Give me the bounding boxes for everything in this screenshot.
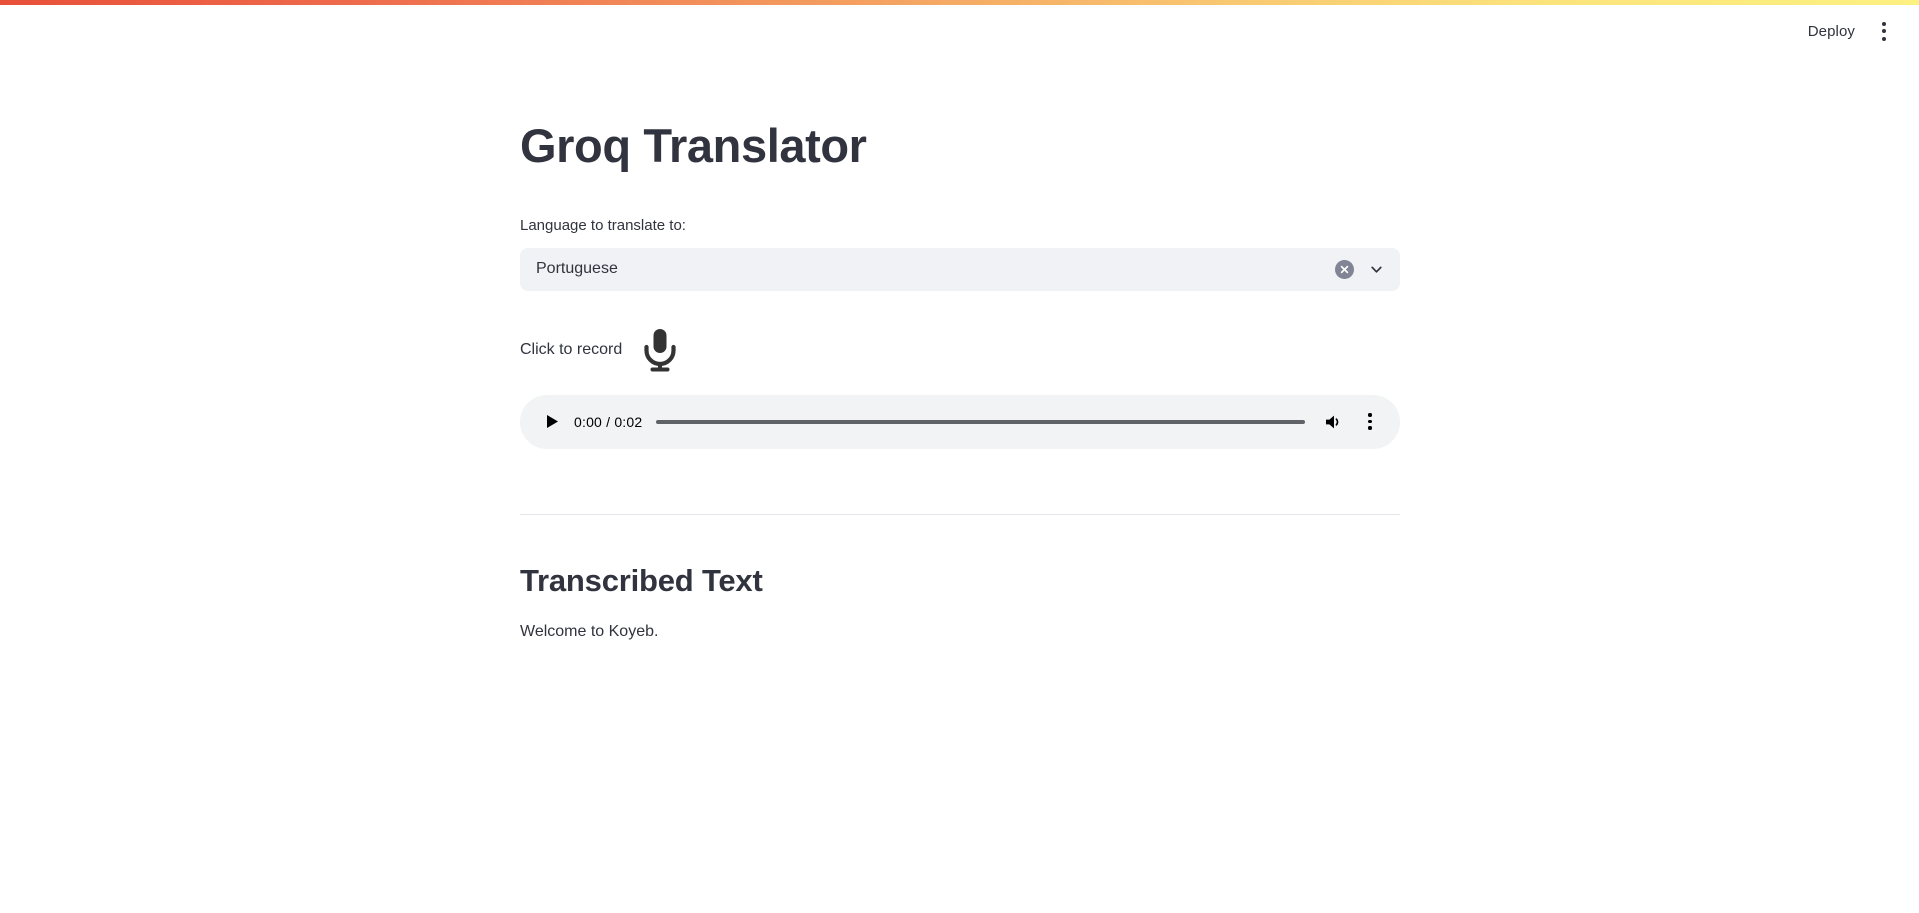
record-label: Click to record — [520, 340, 623, 358]
clear-circle-icon[interactable] — [1335, 259, 1354, 279]
kebab-dot — [1882, 36, 1886, 41]
audio-player[interactable]: 0:00 / 0:02 — [520, 394, 1400, 449]
audio-menu-icon[interactable] — [1357, 408, 1383, 436]
volume-icon[interactable] — [1319, 408, 1347, 436]
kebab-dot — [1368, 413, 1372, 417]
content-column: Groq Translator Language to translate to… — [520, 57, 1400, 644]
transcription-text: Welcome to Koyeb. — [520, 622, 659, 640]
microphone-icon[interactable] — [634, 322, 686, 378]
main-content: Groq Translator Language to translate to… — [0, 57, 1919, 913]
play-icon[interactable] — [538, 408, 566, 436]
kebab-dot — [1368, 419, 1372, 424]
language-select-value: Portuguese — [536, 260, 618, 278]
audio-scrubber[interactable] — [656, 419, 1305, 424]
language-selector-label: Language to translate to: — [520, 217, 686, 235]
deploy-button[interactable]: Deploy — [1800, 20, 1863, 43]
record-row: Click to record — [520, 319, 1400, 381]
section-divider — [520, 513, 1400, 515]
language-select[interactable]: Portuguese — [520, 247, 1400, 291]
kebab-dot — [1882, 21, 1886, 26]
app-header: Deploy — [0, 5, 1919, 57]
kebab-dot — [1882, 29, 1886, 33]
audio-time-display: 0:00 / 0:02 — [574, 413, 643, 430]
kebab-dot — [1368, 426, 1372, 430]
page-title: Groq Translator — [520, 119, 867, 172]
kebab-menu-icon[interactable] — [1867, 14, 1901, 48]
transcription-heading: Transcribed Text — [520, 562, 763, 598]
chevron-down-icon[interactable] — [1366, 259, 1386, 279]
